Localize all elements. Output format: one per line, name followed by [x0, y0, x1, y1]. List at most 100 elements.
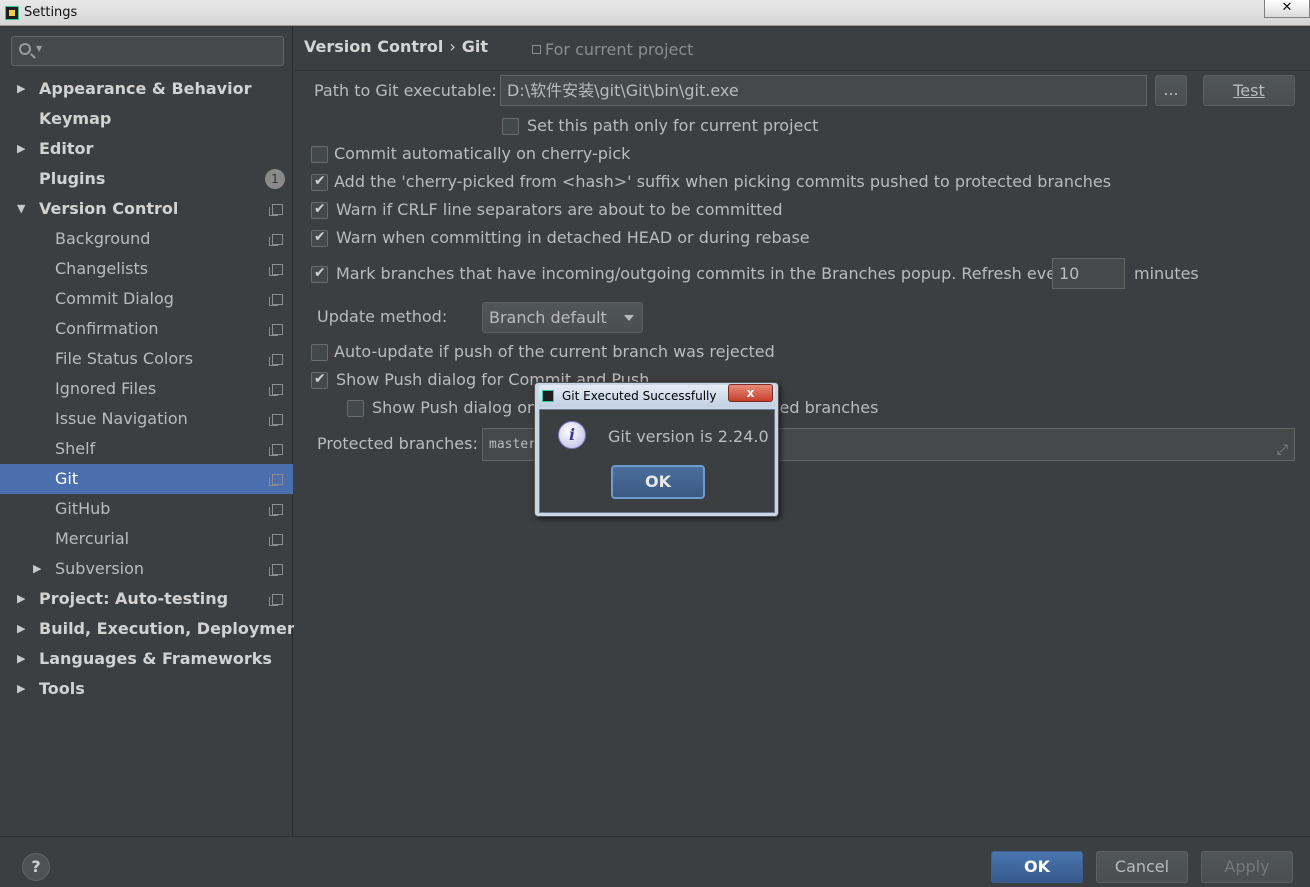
- expand-right-icon[interactable]: ▶: [17, 674, 25, 704]
- expand-right-icon[interactable]: ▶: [17, 614, 25, 644]
- sidebar-item-label: Confirmation: [55, 319, 159, 338]
- sidebar-item-confirmation[interactable]: Confirmation: [0, 314, 293, 344]
- search-icon: [19, 43, 31, 55]
- mark-branches-checkbox[interactable]: [311, 265, 328, 283]
- sidebar-item-label: Tools: [39, 679, 85, 698]
- sidebar-item-shelf[interactable]: Shelf: [0, 434, 293, 464]
- mark-branches-label: Mark branches that have incoming/outgoin…: [336, 264, 1073, 283]
- sidebar-item-label: Version Control: [39, 199, 179, 218]
- dialog-app-icon: [542, 390, 554, 402]
- path-only-project-checkbox[interactable]: [502, 118, 519, 135]
- sidebar-item-label: Changelists: [55, 259, 149, 278]
- breadcrumb-current: Git: [461, 37, 489, 56]
- sidebar-item-label: Git: [55, 469, 79, 488]
- sidebar-item-editor[interactable]: ▶ Editor: [0, 134, 293, 164]
- sidebar-item-languages-frameworks[interactable]: ▶ Languages & Frameworks: [0, 644, 293, 674]
- sidebar-item-label: File Status Colors: [55, 349, 194, 368]
- sidebar-item-keymap[interactable]: Keymap: [0, 104, 293, 134]
- sidebar-item-version-control[interactable]: ▼ Version Control: [0, 194, 293, 224]
- project-scope-icon: [269, 414, 283, 426]
- dialog-close-button[interactable]: x: [728, 384, 773, 402]
- git-path-label: Path to Git executable:: [314, 81, 497, 100]
- apply-button[interactable]: Apply: [1201, 851, 1293, 883]
- sidebar-item-build-execution-deployment[interactable]: ▶ Build, Execution, Deployment: [0, 614, 306, 644]
- protected-branches-value: master: [489, 437, 536, 452]
- sidebar-item-git[interactable]: Git: [0, 464, 293, 494]
- sidebar-item-label: Build, Execution, Deployment: [39, 619, 306, 638]
- project-scope-icon: [269, 264, 283, 276]
- window-titlebar: Settings ✕: [0, 0, 1310, 26]
- git-settings-panel: Version Control › Git For current project …: [294, 26, 1310, 836]
- sidebar-item-label: Project: Auto-testing: [39, 589, 229, 608]
- browse-button[interactable]: ...: [1155, 75, 1187, 106]
- warn-crlf-checkbox[interactable]: [311, 201, 328, 219]
- git-path-input[interactable]: D:\软件安装\git\Git\bin\git.exe: [500, 75, 1147, 106]
- breadcrumb-parent: Version Control: [304, 37, 444, 56]
- sidebar-item-label: Mercurial: [55, 529, 130, 548]
- expand-icon[interactable]: ⤢: [1277, 435, 1288, 460]
- breadcrumb: Version Control › Git: [304, 37, 488, 56]
- project-scope-icon: [269, 384, 283, 396]
- sidebar-item-label: Commit Dialog: [55, 289, 174, 308]
- expand-right-icon[interactable]: ▶: [17, 644, 25, 674]
- cherry-suffix-checkbox[interactable]: [311, 173, 328, 191]
- sidebar-item-label: Background: [55, 229, 151, 248]
- refresh-unit-label: minutes: [1134, 264, 1199, 283]
- update-method-select[interactable]: Branch default: [482, 302, 643, 333]
- sidebar-item-background[interactable]: Background: [0, 224, 293, 254]
- sidebar-item-appearance-behavior[interactable]: ▶ Appearance & Behavior: [0, 74, 293, 104]
- window-close-button[interactable]: ✕: [1264, 0, 1310, 18]
- sidebar-item-commit-dialog[interactable]: Commit Dialog: [0, 284, 293, 314]
- expand-right-icon[interactable]: ▶: [17, 134, 25, 164]
- sidebar-item-ignored-files[interactable]: Ignored Files: [0, 374, 293, 404]
- ok-button[interactable]: OK: [991, 851, 1083, 883]
- auto-update-label: Auto-update if push of the current branc…: [334, 342, 775, 361]
- cancel-button[interactable]: Cancel: [1096, 851, 1188, 883]
- git-success-dialog: Git Executed Successfully x i Git versio…: [534, 382, 779, 517]
- sidebar-item-project-auto-testing[interactable]: ▶ Project: Auto-testing: [0, 584, 293, 614]
- refresh-interval-input[interactable]: 10: [1052, 258, 1125, 289]
- search-dropdown-icon[interactable]: ▼: [36, 44, 42, 53]
- sidebar-item-label: Editor: [39, 139, 94, 158]
- project-scope-icon: [269, 474, 283, 486]
- sidebar-item-github[interactable]: GitHub: [0, 494, 293, 524]
- project-scope-icon: [269, 534, 283, 546]
- sidebar-item-label: Ignored Files: [55, 379, 157, 398]
- header-divider: [294, 70, 1310, 71]
- sidebar-item-issue-navigation[interactable]: Issue Navigation: [0, 404, 293, 434]
- dialog-title: Git Executed Successfully: [562, 389, 717, 403]
- commit-cherry-pick-checkbox[interactable]: [311, 146, 328, 163]
- sidebar-item-changelists[interactable]: Changelists: [0, 254, 293, 284]
- sidebar-item-file-status-colors[interactable]: File Status Colors: [0, 344, 293, 374]
- sidebar-item-tools[interactable]: ▶ Tools: [0, 674, 293, 704]
- settings-search-input[interactable]: ▼: [11, 36, 284, 66]
- show-push-checkbox[interactable]: [311, 371, 328, 389]
- expand-right-icon[interactable]: ▶: [33, 554, 41, 584]
- sidebar-item-plugins[interactable]: Plugins 1: [0, 164, 293, 194]
- dialog-ok-button[interactable]: OK: [611, 465, 705, 499]
- test-button[interactable]: Test: [1203, 75, 1295, 106]
- show-push-protected-checkbox[interactable]: [347, 400, 364, 417]
- project-scope-icon: [269, 444, 283, 456]
- dialog-body: i Git version is 2.24.0 OK: [539, 409, 775, 513]
- dialog-message: Git version is 2.24.0: [608, 427, 769, 446]
- info-icon: i: [558, 421, 586, 449]
- window-title: Settings: [24, 5, 78, 20]
- project-scope-icon: [269, 564, 283, 576]
- cherry-suffix-label: Add the 'cherry-picked from <hash>' suff…: [334, 172, 1112, 191]
- expand-right-icon[interactable]: ▶: [17, 74, 25, 104]
- project-scope-icon: [269, 204, 283, 216]
- project-scope-icon: [269, 594, 283, 606]
- sidebar-item-subversion[interactable]: ▶ Subversion: [0, 554, 293, 584]
- sidebar-item-label: Plugins: [39, 169, 106, 188]
- sidebar-item-label: Appearance & Behavior: [39, 79, 252, 98]
- auto-update-checkbox[interactable]: [311, 344, 328, 361]
- update-method-value: Branch default: [489, 308, 607, 327]
- scope-note-text: For current project: [545, 40, 694, 59]
- sidebar-item-mercurial[interactable]: Mercurial: [0, 524, 293, 554]
- expand-right-icon[interactable]: ▶: [17, 584, 25, 614]
- sidebar-item-label: GitHub: [55, 499, 111, 518]
- expand-down-icon[interactable]: ▼: [17, 194, 25, 224]
- warn-detached-checkbox[interactable]: [311, 229, 328, 247]
- help-button[interactable]: ?: [22, 853, 50, 881]
